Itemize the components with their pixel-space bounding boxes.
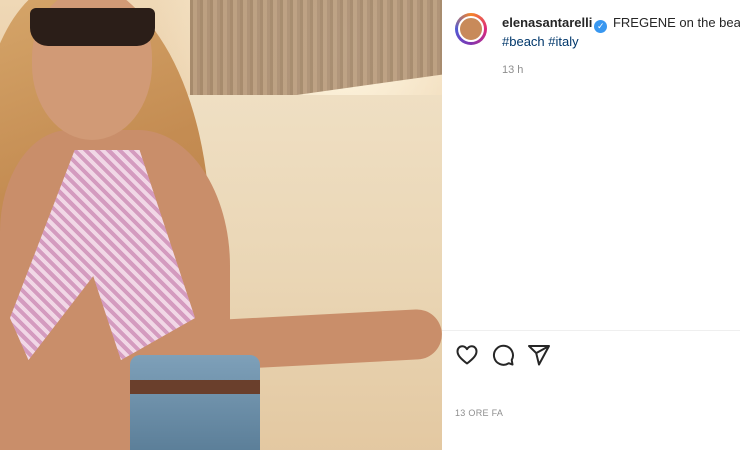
post-actions [455,343,551,367]
divider [442,330,740,331]
post-photo[interactable] [0,0,442,450]
post-side-panel [442,0,740,450]
photo-sunglasses [30,8,155,46]
username-link[interactable]: elenasantarelli [502,15,592,30]
send-icon[interactable] [527,343,551,367]
verified-badge-icon: ✓ [594,20,608,33]
heart-icon[interactable] [455,343,479,367]
comment-icon[interactable] [491,343,515,367]
photo-shorts [130,355,260,450]
hashtag-italy[interactable]: #italy [548,34,578,49]
hashtag-beach[interactable]: #beach [502,34,545,49]
photo-belt [130,380,260,394]
photo-fence [190,0,442,110]
caption-text: FREGENE on the beach [612,15,740,30]
post-date[interactable]: 13 ORE FA [455,408,503,418]
caption-timestamp[interactable]: 13 h [502,64,523,76]
avatar[interactable] [455,13,487,45]
avatar-image [458,16,484,42]
post-caption: elenasantarelli✓ FREGENE on the beach # … [502,14,740,51]
